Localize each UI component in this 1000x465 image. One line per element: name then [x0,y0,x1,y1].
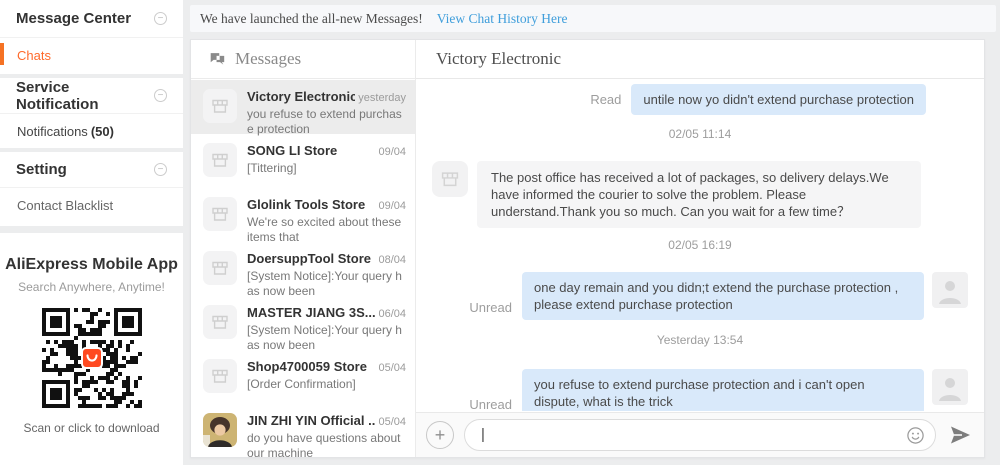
conversation-time: 08/04 [378,254,406,266]
messages-widget: Messages Victory Electronic yesterday yo… [190,39,985,458]
store-avatar-icon [203,305,237,339]
conversation-time: 05/04 [378,416,406,428]
message-bubble: untile now yo didn't extend purchase pro… [631,84,926,115]
conversation-preview: you refuse to extend purchase protection [247,107,406,137]
messages-panel-title: Messages [235,49,301,69]
message-center-title: Message Center [16,10,131,27]
conversation-preview: do you have questions about our machine [247,431,406,457]
conversation-doersupptool-store[interactable]: DoersuppTool Store 08/04 [System Notice]… [191,242,415,296]
person-avatar-icon [932,369,968,405]
unread-status-label: Unread [469,397,512,411]
message-center-page: { "icons": { "collapse": "−", "plus": "+… [0,0,1000,465]
read-status-label: Read [590,92,621,107]
conversation-preview: [System Notice]:Your query has now been [247,269,406,299]
attach-plus-button[interactable]: + [426,421,454,449]
incoming-message: The post office has received a lot of pa… [432,161,926,228]
sidebar-item-notifications[interactable]: Notifications (50) [0,114,183,149]
view-chat-history-link[interactable]: View Chat History Here [437,11,568,27]
conversation-name: SONG LI Store [247,143,375,158]
outgoing-message: Read untile now yo didn't extend purchas… [416,84,926,115]
conversation-time: 05/04 [378,362,406,374]
chat-header: Victory Electronic [416,40,984,79]
conversation-glolink-tools-store[interactable]: Glolink Tools Store 09/04 We're so excit… [191,188,415,242]
app-promo-caption[interactable]: Scan or click to download [0,421,183,435]
aliexpress-logo-icon [81,347,103,369]
setting-title: Setting [16,161,67,178]
sidebar-section-message-center: Message Center − Chats [0,0,183,74]
message-center-header: Message Center − [0,0,183,38]
timestamp: 02/05 16:19 [416,238,984,252]
conversation-time: 09/04 [378,146,406,158]
outgoing-message: Unread you refuse to extend purchase pro… [416,369,968,411]
contact-blacklist-label: Contact Blacklist [17,198,113,213]
conversation-name: Victory Electronic [247,89,355,104]
conversation-preview: [System Notice]:Your query has now been [247,323,406,353]
conversation-list: Victory Electronic yesterday you refuse … [191,80,415,457]
messages-panel-header: Messages [191,40,415,79]
sidebar-section-setting: Setting − Contact Blacklist [0,152,183,226]
app-download-qr-code[interactable] [42,308,142,408]
timestamp: Yesterday 13:54 [416,333,984,347]
sidebar-section-app-promo: AliExpress Mobile App Search Anywhere, A… [0,233,183,465]
conversation-name: JIN ZHI YIN Official ... [247,413,375,428]
conversation-name: Glolink Tools Store [247,197,375,212]
banner-text: We have launched the all-new Messages! [200,11,423,27]
chats-label: Chats [17,48,51,63]
unread-status-label: Unread [469,300,512,315]
chat-title: Victory Electronic [436,49,561,69]
conversation-jin-zhi-yin-official[interactable]: JIN ZHI YIN Official ... 05/04 do you ha… [191,404,415,457]
message-composer: + | [416,412,984,457]
sidebar-section-service-notification: Service Notification − Notifications (50… [0,78,183,148]
conversation-name: Shop4700059 Store [247,359,375,374]
conversation-preview: We're so excited about these items that [247,215,406,245]
outgoing-message: Unread one day remain and you didn;t ext… [416,272,968,320]
conversation-list-panel: Messages Victory Electronic yesterday yo… [191,40,416,457]
conversation-victory-electronic[interactable]: Victory Electronic yesterday you refuse … [191,80,415,134]
chat-bubbles-icon [208,50,226,68]
store-avatar-icon [203,197,237,231]
profile-photo-avatar [203,413,237,447]
app-promo-title: AliExpress Mobile App [0,256,183,274]
collapse-icon[interactable]: − [154,89,167,102]
notifications-count: (50) [91,124,114,139]
conversation-name: DoersuppTool Store [247,251,375,266]
sidebar-item-contact-blacklist[interactable]: Contact Blacklist [0,188,183,223]
store-avatar-icon [203,143,237,177]
store-avatar-icon [203,89,237,123]
conversation-name: MASTER JIANG 3S... [247,305,375,320]
message-bubble: one day remain and you didn;t extend the… [522,272,924,320]
person-avatar-icon [932,272,968,308]
store-avatar-icon [432,161,468,197]
message-input[interactable] [481,420,899,450]
conversation-time: 09/04 [378,200,406,212]
conversation-song-li-store[interactable]: SONG LI Store 09/04 [Tittering] [191,134,415,188]
conversation-preview: [Tittering] [247,161,406,176]
app-promo-subtitle: Search Anywhere, Anytime! [0,280,183,294]
chat-panel: Victory Electronic Read untile now yo di… [416,40,984,457]
conversation-master-jiang-3s[interactable]: MASTER JIANG 3S... 06/04 [System Notice]… [191,296,415,350]
chat-thread: Read untile now yo didn't extend purchas… [416,80,984,411]
conversation-time: 06/04 [378,308,406,320]
message-bubble: you refuse to extend purchase protection… [522,369,924,411]
announcement-banner: We have launched the all-new Messages! V… [190,5,996,32]
store-avatar-icon [203,251,237,285]
conversation-shop4700059-store[interactable]: Shop4700059 Store 05/04 [Order Confirmat… [191,350,415,404]
conversation-preview: [Order Confirmation] [247,377,406,392]
store-avatar-icon [203,359,237,393]
sidebar-item-chats[interactable]: Chats [0,38,183,73]
conversation-time: yesterday [358,92,406,104]
setting-header: Setting − [0,152,183,188]
collapse-icon[interactable]: − [154,163,167,176]
message-bubble: The post office has received a lot of pa… [477,161,921,228]
notifications-label: Notifications [17,124,88,139]
message-input-pill[interactable]: | [464,419,936,451]
emoji-icon[interactable] [906,426,925,450]
collapse-icon[interactable]: − [154,12,167,25]
service-notification-title: Service Notification [16,79,154,113]
send-icon[interactable] [948,423,972,447]
service-notification-header: Service Notification − [0,78,183,114]
timestamp: 02/05 11:14 [416,127,984,141]
